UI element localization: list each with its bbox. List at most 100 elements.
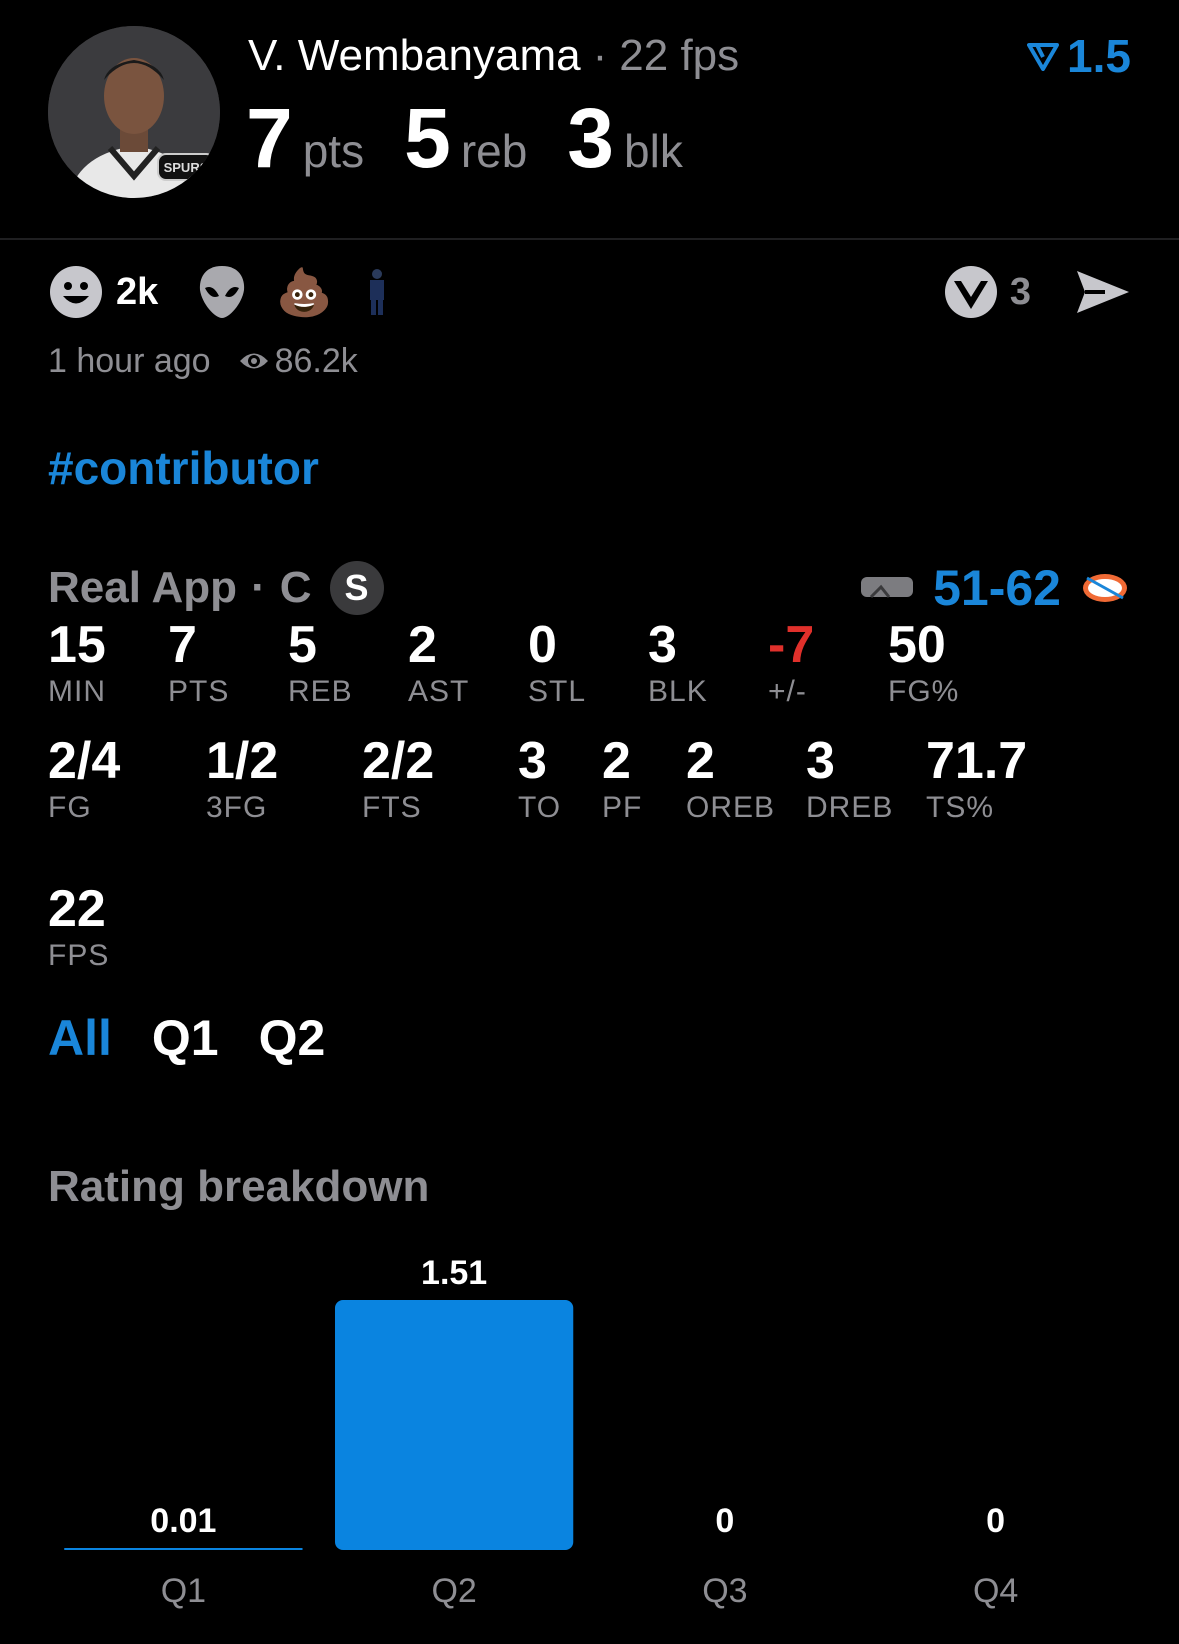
rating-badge[interactable]: 1.5 — [1027, 28, 1131, 84]
alien-icon[interactable] — [194, 264, 250, 320]
starter-badge: S — [329, 561, 384, 615]
bar-value-label-q1: 0.01 — [150, 1502, 216, 1540]
stat-value: 71.7 — [926, 732, 1028, 790]
stat-fg: 2/4 FG — [48, 732, 120, 826]
boost-count: 3 — [1009, 270, 1031, 313]
rating-breakdown-chart: 0.01 Q1 1.51 Q2 0 Q3 0 Q4 — [64, 1254, 1018, 1610]
stat-value: -7 — [768, 616, 815, 674]
player-photo: SPURS — [48, 26, 220, 198]
stat-label: 3FG — [206, 791, 268, 824]
spurs-logo: SPURS — [157, 153, 215, 181]
category-label-q1: Q1 — [161, 1572, 206, 1610]
bar-value-label-q2: 1.51 — [421, 1254, 487, 1292]
stat-value: 3 — [806, 732, 835, 790]
bar-q2[interactable] — [334, 1300, 574, 1550]
stat-min: 15 MIN — [48, 616, 106, 710]
stat-value: 0 — [528, 616, 557, 674]
stat-label: STL — [528, 675, 587, 708]
reactions-row: 2k 💩 — [48, 262, 392, 322]
stat-label: +/- — [768, 675, 807, 708]
player-sticker[interactable] — [362, 264, 392, 320]
name-separator: · — [592, 31, 608, 80]
stat-label: REB — [288, 675, 353, 708]
stat-value: 7 — [168, 616, 197, 674]
stat-label: TS% — [926, 791, 995, 824]
stat-label: FTS — [362, 791, 422, 824]
share-row: 3 — [944, 262, 1131, 322]
send-icon[interactable] — [1075, 269, 1131, 315]
stat-ts-pct: 71.7 TS% — [926, 732, 1027, 826]
category-label-q2: Q2 — [431, 1572, 476, 1610]
tab-q2[interactable]: Q2 — [259, 1008, 326, 1068]
time-ago: 1 hour ago — [48, 342, 211, 380]
headline-pts-unit: pts — [302, 125, 365, 177]
stat-value: 15 — [48, 616, 106, 674]
stat-value: 1/2 — [206, 732, 279, 790]
headline-stats: 7 pts 5 reb 3 blk — [246, 88, 723, 188]
stat-fts: 2/2 FTS — [362, 732, 434, 826]
bar-q1[interactable] — [64, 1548, 303, 1550]
stat-label: FPS — [48, 939, 110, 972]
rating-breakdown-title: Rating breakdown — [48, 1162, 430, 1211]
player-avatar[interactable]: SPURS — [48, 26, 220, 198]
stat-fps: 22 FPS — [48, 880, 109, 974]
post-meta: 1 hour ago 86.2k — [48, 340, 358, 382]
poop-emoji[interactable]: 💩 — [276, 264, 333, 320]
stat-pts: 7 PTS — [168, 616, 229, 710]
svg-text:SPURS: SPURS — [164, 160, 209, 175]
stat-value: 3 — [518, 732, 547, 790]
stat-dreb: 3 DREB — [806, 732, 893, 826]
smile-icon[interactable] — [48, 264, 104, 320]
headline-reb-unit: reb — [460, 125, 528, 177]
player-position: C — [279, 563, 312, 612]
stat-label: FG — [48, 791, 92, 824]
period-tabs: All Q1 Q2 — [48, 1008, 365, 1068]
eye-icon — [239, 350, 269, 372]
okc-team-logo-icon — [1083, 574, 1127, 602]
boost-icon[interactable] — [944, 265, 998, 319]
stat-plus-minus: -7 +/- — [768, 616, 814, 710]
stat-oreb: 2 OREB — [686, 732, 775, 826]
category-label-q4: Q4 — [973, 1572, 1018, 1610]
view-count: 86.2k — [274, 342, 358, 380]
bar-value-label-q3: 0 — [715, 1502, 734, 1540]
tab-all[interactable]: All — [48, 1008, 112, 1068]
spurs-team-logo-icon — [861, 577, 914, 599]
headline-blk-unit: blk — [624, 125, 683, 177]
stat-stl: 0 STL — [528, 616, 586, 710]
smile-count: 2k — [116, 270, 159, 313]
category-label-q3: Q3 — [702, 1572, 747, 1610]
fps-text: 22 fps — [619, 31, 740, 80]
stat-value: 5 — [288, 616, 317, 674]
stat-fg-pct: 50 FG% — [888, 616, 959, 710]
rating-value: 1.5 — [1067, 30, 1131, 82]
player-name[interactable]: V. Wembanyama — [248, 31, 581, 80]
stat-value: 2/4 — [48, 732, 121, 790]
stat-label: PTS — [168, 675, 230, 708]
hashtag-link[interactable]: #contributor — [48, 440, 319, 496]
stat-reb: 5 REB — [288, 616, 353, 710]
stat-value: 2 — [602, 732, 631, 790]
stat-to: 3 TO — [518, 732, 561, 826]
stat-label: DREB — [806, 791, 894, 824]
headline-reb-value: 5 — [404, 91, 451, 185]
stat-value: 50 — [888, 616, 946, 674]
stat-label: PF — [602, 791, 643, 824]
player-name-line: V. Wembanyama · 22 fps — [248, 30, 739, 82]
source-app: Real App — [48, 563, 238, 612]
stat-value: 2/2 — [362, 732, 435, 790]
game-score[interactable]: 51-62 — [859, 556, 1131, 620]
stat-value: 3 — [648, 616, 677, 674]
stat-label: FG% — [888, 675, 960, 708]
tab-q1[interactable]: Q1 — [152, 1008, 219, 1068]
stat-label: MIN — [48, 675, 106, 708]
stat-label: OREB — [686, 791, 776, 824]
bar-value-label-q4: 0 — [986, 1502, 1005, 1540]
header-divider — [0, 238, 1179, 240]
stat-label: BLK — [648, 675, 708, 708]
stat-ast: 2 AST — [408, 616, 469, 710]
headline-pts-value: 7 — [246, 91, 293, 185]
source-separator: · — [251, 563, 266, 612]
stat-label: TO — [518, 791, 562, 824]
stat-3fg: 1/2 3FG — [206, 732, 278, 826]
